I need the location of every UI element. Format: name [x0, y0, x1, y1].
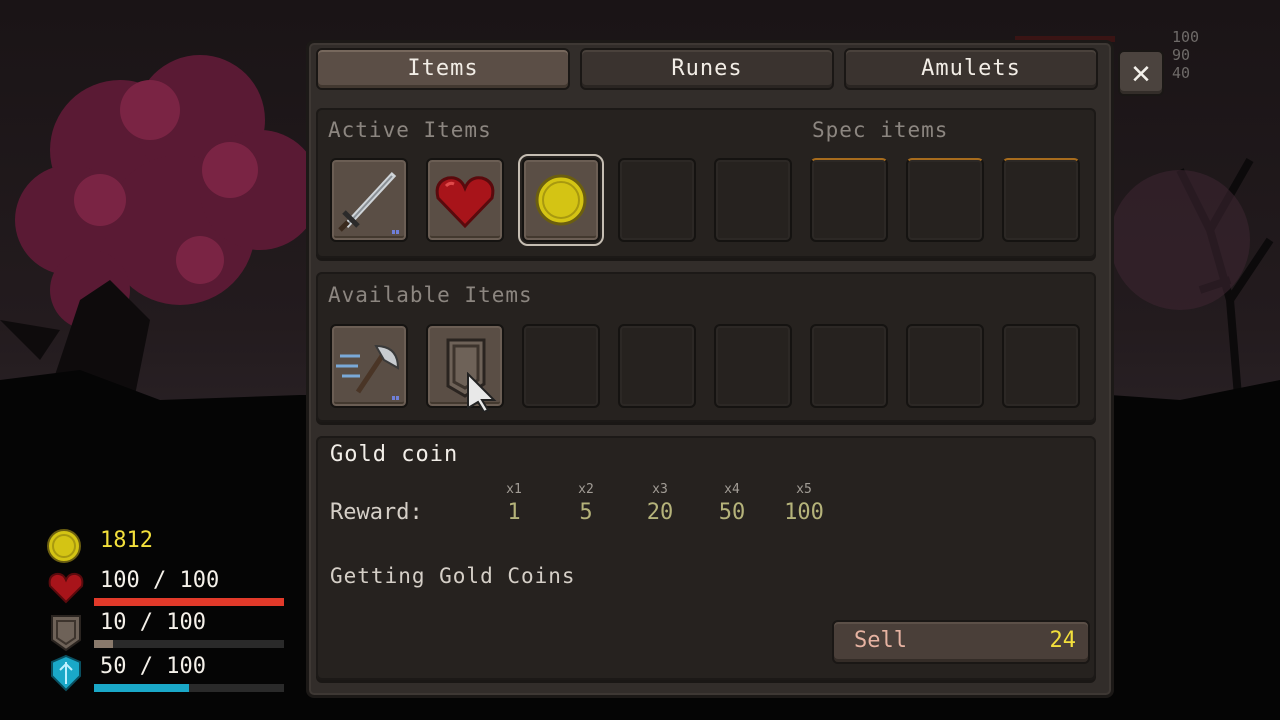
heart-icon: [48, 572, 84, 604]
item-title: Gold coin: [330, 442, 459, 467]
available-slot-empty[interactable]: [714, 324, 792, 408]
multiplier-label: x3: [652, 482, 668, 497]
reward-multiplier: x2 5: [556, 482, 616, 525]
available-slot-empty[interactable]: [1002, 324, 1080, 408]
available-items-label: Available Items: [328, 283, 533, 307]
active-slot-heart[interactable]: [426, 158, 504, 242]
enemy-stat-1: 100: [1172, 28, 1200, 46]
available-slot-empty[interactable]: [810, 324, 888, 408]
multiplier-value: 20: [646, 500, 674, 525]
available-slot-empty[interactable]: [618, 324, 696, 408]
active-slot-sword[interactable]: [330, 158, 408, 242]
multiplier-value: 50: [718, 500, 746, 525]
tab-items[interactable]: Items: [316, 48, 570, 90]
spec-slot-empty[interactable]: [906, 158, 984, 242]
spec-slot-empty[interactable]: [810, 158, 888, 242]
active-slot-gold-coin[interactable]: [518, 154, 604, 246]
armor-value: 10 / 100: [100, 610, 206, 635]
spec-items-label: Spec items: [812, 118, 949, 142]
armor-bar: [94, 640, 284, 648]
reward-multiplier: x4 50: [702, 482, 762, 525]
gold-coin-icon: [47, 529, 81, 563]
health-value: 100 / 100: [100, 568, 220, 593]
magic-shield-icon: [51, 654, 81, 692]
item-description: Getting Gold Coins: [330, 564, 576, 588]
available-slot-empty[interactable]: [906, 324, 984, 408]
available-slot-axe[interactable]: [330, 324, 408, 408]
available-slot-empty[interactable]: [522, 324, 600, 408]
multiplier-value: 1: [507, 500, 521, 525]
active-slot-empty[interactable]: [714, 158, 792, 242]
cursor-icon: [467, 372, 497, 412]
sword-icon: [338, 171, 399, 234]
tab-runes[interactable]: Runes: [580, 48, 834, 90]
axe-icon: [336, 344, 400, 400]
reward-label: Reward:: [330, 500, 423, 525]
reward-multiplier: x3 20: [630, 482, 690, 525]
spec-slot-empty[interactable]: [1002, 158, 1080, 242]
multiplier-label: x1: [506, 482, 522, 497]
enemy-stat-3: 40: [1172, 64, 1191, 82]
multiplier-value: 100: [784, 500, 824, 525]
multiplier-value: 5: [579, 500, 593, 525]
gold-amount: 1812: [100, 528, 153, 553]
armor-shield-icon: [51, 615, 81, 652]
heart-icon: [435, 176, 495, 229]
shield-value: 50 / 100: [100, 654, 206, 679]
close-button[interactable]: ✕: [1118, 50, 1164, 96]
multiplier-label: x4: [724, 482, 740, 497]
active-items-label: Active Items: [328, 118, 492, 142]
health-bar: [94, 598, 284, 606]
tab-amulets[interactable]: Amulets: [844, 48, 1098, 90]
enemy-stat-2: 90: [1172, 46, 1191, 64]
shield-bar: [94, 684, 284, 692]
active-slot-empty[interactable]: [618, 158, 696, 242]
sell-price: 24: [1049, 628, 1077, 653]
multiplier-label: x2: [578, 482, 594, 497]
reward-multiplier: x5 100: [774, 482, 834, 525]
available-slot-shield[interactable]: [426, 324, 504, 412]
gold-coin-icon: [535, 174, 587, 226]
close-icon: ✕: [1131, 53, 1151, 91]
reward-multiplier: x1 1: [484, 482, 544, 525]
sell-label: Sell: [854, 628, 907, 653]
multiplier-label: x5: [796, 482, 812, 497]
sell-button[interactable]: Sell 24: [832, 620, 1090, 664]
